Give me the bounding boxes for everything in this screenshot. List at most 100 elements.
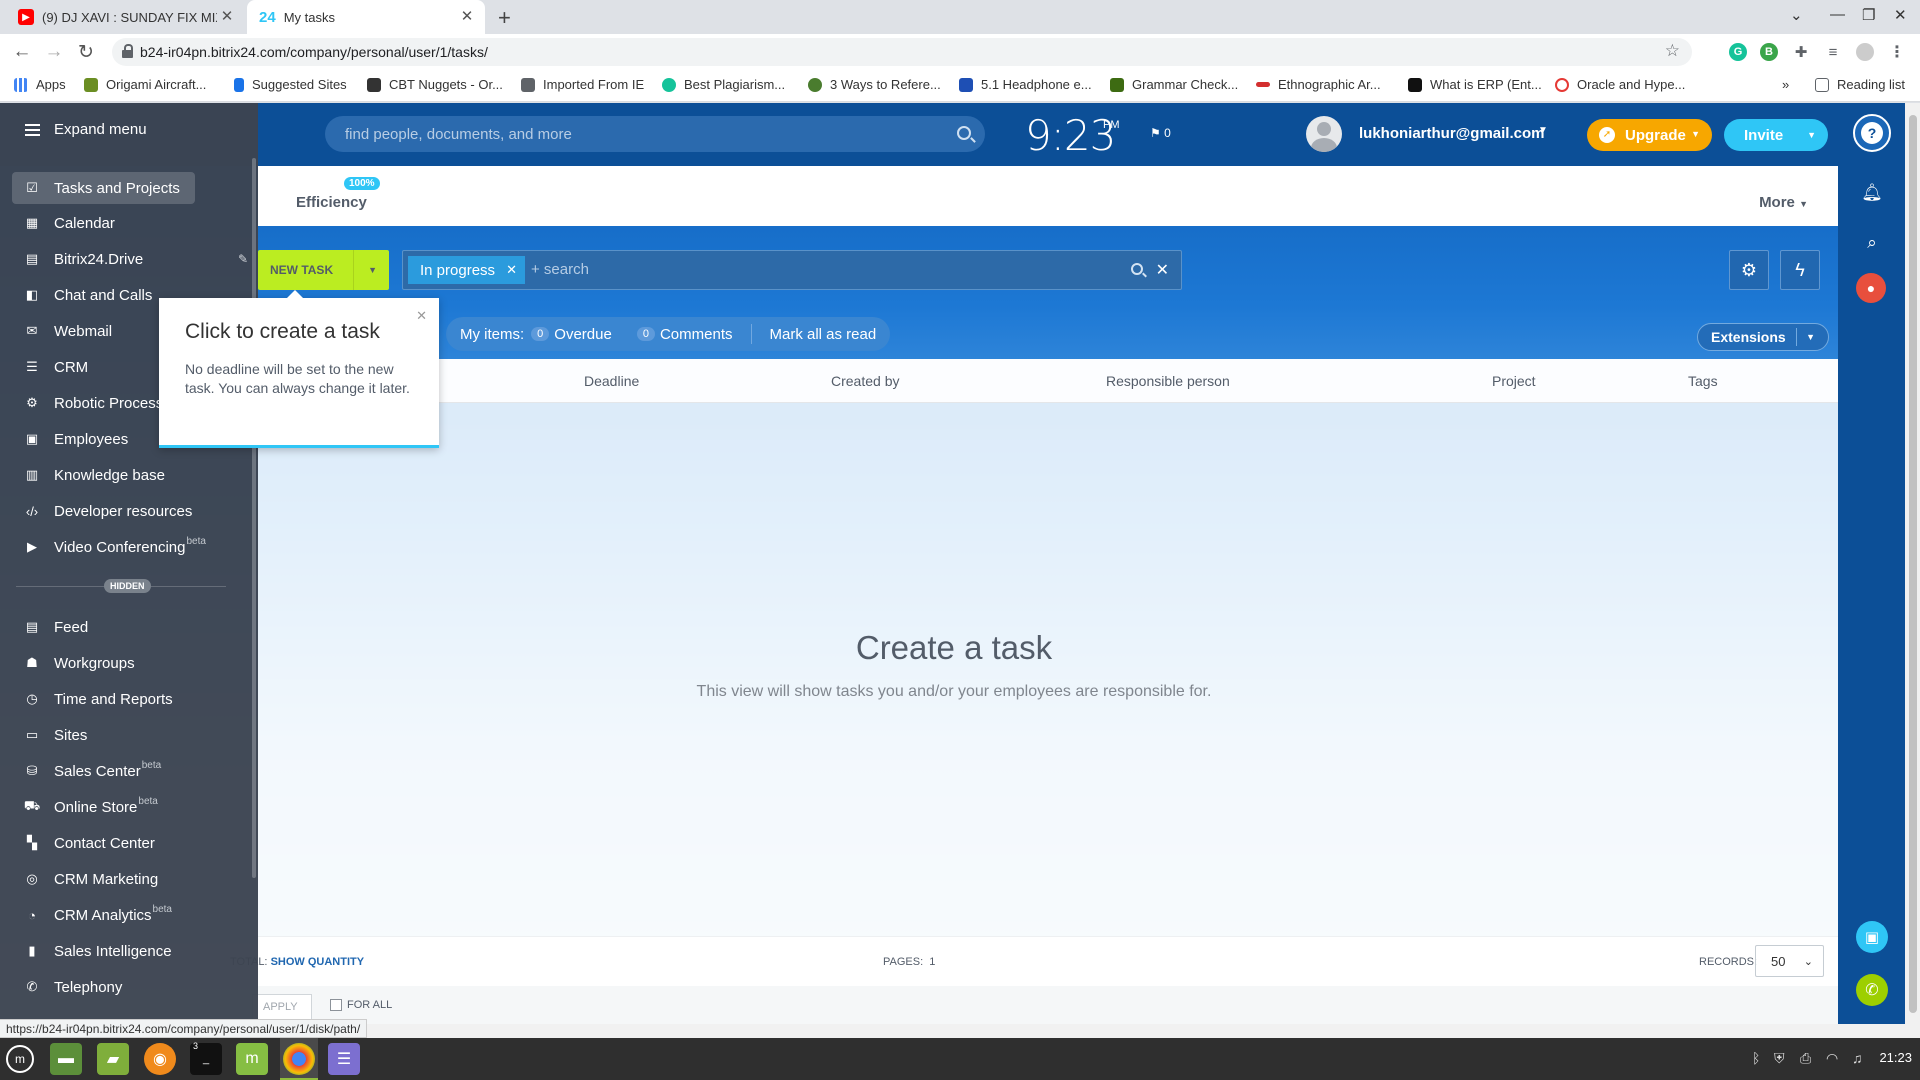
close-window-icon[interactable]: ✕ <box>1894 6 1907 24</box>
chevron-down-icon[interactable]: ▼ <box>368 265 377 275</box>
bookmark-item[interactable]: CBT Nuggets - Or... <box>367 77 503 92</box>
bookmark-item[interactable]: Origami Aircraft... <box>84 77 206 92</box>
filter-chip-in-progress[interactable]: In progress ✕ <box>408 256 526 284</box>
bookmark-star-icon[interactable]: ☆ <box>1665 41 1680 61</box>
search-icon[interactable] <box>1131 263 1143 275</box>
scrollbar-thumb[interactable] <box>1909 115 1917 1013</box>
new-tab-button[interactable]: + <box>498 5 511 31</box>
volume-icon[interactable]: ♫ <box>1852 1050 1863 1066</box>
browser-menu-icon[interactable]: ⋮ <box>1888 43 1906 61</box>
bookmark-item[interactable]: 5.1 Headphone e... <box>959 77 1092 92</box>
bluetooth-icon[interactable]: ᛒ <box>1752 1050 1760 1066</box>
close-icon[interactable]: ✕ <box>506 262 517 278</box>
menu-item-online-store[interactable]: ⛟ Online Store beta <box>0 791 258 823</box>
comments-counter[interactable]: 0 Comments <box>630 326 733 343</box>
column-created-by[interactable]: Created by <box>831 373 899 389</box>
upgrade-button[interactable]: ➚ Upgrade ▼ <box>1587 119 1712 151</box>
overdue-counter[interactable]: 0 Overdue <box>524 326 612 343</box>
chevron-down-icon[interactable]: ▼ <box>1806 332 1815 342</box>
user-avatar[interactable] <box>1306 116 1342 152</box>
bookmark-apps[interactable]: Apps <box>14 77 66 92</box>
menu-item-crm-marketing[interactable]: ◎ CRM Marketing <box>0 863 258 895</box>
efficiency-tab[interactable]: Efficiency <box>296 194 367 211</box>
mint-update-icon[interactable]: m <box>236 1043 268 1075</box>
close-tab-icon[interactable]: ✕ <box>219 9 235 25</box>
mint-menu-icon[interactable]: m <box>6 1045 34 1073</box>
menu-item-contact-center[interactable]: ▚ Contact Center <box>0 827 258 859</box>
menu-scrollbar[interactable] <box>252 158 256 878</box>
back-icon[interactable]: ← <box>10 41 34 63</box>
menu-item-sales-center[interactable]: ⛁ Sales Center beta <box>0 755 258 787</box>
menu-item-calendar[interactable]: ▦ Calendar <box>0 207 258 239</box>
settings-gear-button[interactable]: ⚙ <box>1729 250 1769 290</box>
clock[interactable]: 9:23 <box>1025 111 1116 160</box>
column-project[interactable]: Project <box>1492 373 1536 389</box>
new-task-button[interactable]: NEW TASK ▼ <box>258 250 389 290</box>
browser-tab-my-tasks[interactable]: 24 My tasks ✕ <box>247 0 485 34</box>
pages-value[interactable]: 1 <box>929 956 935 968</box>
help-icon[interactable]: ? <box>1853 114 1891 152</box>
url-input[interactable]: b24-ir04pn.bitrix24.com/company/personal… <box>112 38 1692 66</box>
menu-item-video-conferencing[interactable]: ▶ Video Conferencing beta <box>0 531 258 563</box>
show-quantity-link[interactable]: SHOW QUANTITY <box>271 956 365 968</box>
search-icon[interactable]: ⌕ <box>1856 227 1888 259</box>
global-search-input[interactable]: find people, documents, and more <box>325 116 985 152</box>
menu-item-feed[interactable]: ▤ Feed <box>0 611 258 643</box>
column-deadline[interactable]: Deadline <box>584 373 639 389</box>
bookmarks-overflow[interactable]: » <box>1782 77 1789 92</box>
shield-icon[interactable]: ⛨ <box>1774 1050 1785 1067</box>
vertical-scrollbar[interactable] <box>1905 103 1920 1038</box>
user-name[interactable]: lukhoniarthur@gmail.com <box>1359 125 1544 142</box>
more-button[interactable]: More ▼ <box>1759 194 1808 211</box>
records-per-page-select[interactable]: 50 ⌄ <box>1755 945 1824 977</box>
bookmark-item[interactable]: 3 Ways to Refere... <box>808 77 941 92</box>
close-icon[interactable]: ✕ <box>416 308 427 324</box>
menu-item-developer-resources[interactable]: ‹/› Developer resources <box>0 495 258 527</box>
clear-icon[interactable]: ✕ <box>1156 260 1169 280</box>
extensions-button[interactable]: Extensions ▼ <box>1697 323 1829 351</box>
column-tags[interactable]: Tags <box>1688 373 1718 389</box>
chevron-down-icon[interactable]: ▼ <box>1807 130 1816 140</box>
bookmark-item[interactable]: Suggested Sites <box>234 77 347 92</box>
flag-counter[interactable]: ⚑ 0 <box>1150 126 1171 140</box>
profile-avatar-icon[interactable] <box>1856 43 1874 61</box>
wifi-icon[interactable]: ◠ <box>1826 1050 1838 1067</box>
bookmark-item[interactable]: Ethnographic Ar... <box>1256 77 1381 92</box>
desktop-icon[interactable]: ▬ <box>50 1043 82 1075</box>
robots-button[interactable]: ϟ <box>1780 250 1820 290</box>
grammarly-icon[interactable]: G <box>1729 43 1747 61</box>
bookmark-item[interactable]: What is ERP (Ent... <box>1408 77 1542 92</box>
pencil-icon[interactable]: ✎ <box>238 252 248 266</box>
bookmark-item[interactable]: Best Plagiarism... <box>662 77 785 92</box>
menu-item-telephony[interactable]: ✆ Telephony <box>0 971 258 1003</box>
browser-tab-youtube[interactable]: ▶ (9) DJ XAVI : SUNDAY FIX MIX ✕ <box>0 0 245 34</box>
media-control-icon[interactable]: ≡ <box>1824 43 1842 61</box>
firefox-icon[interactable]: ◉ <box>144 1043 176 1075</box>
invite-button[interactable]: Invite ▼ <box>1724 119 1828 151</box>
close-tab-icon[interactable]: ✕ <box>459 9 475 25</box>
menu-item-knowledge-base[interactable]: ▥ Knowledge base <box>0 459 258 491</box>
hidden-section-label[interactable]: HIDDEN <box>104 579 151 593</box>
menu-item-time-and-reports[interactable]: ◷ Time and Reports <box>0 683 258 715</box>
checkbox[interactable] <box>330 999 342 1011</box>
user-icon[interactable]: ● <box>1856 273 1886 303</box>
bookmark-item[interactable]: Grammar Check... <box>1110 77 1238 92</box>
search-icon[interactable] <box>957 126 971 140</box>
menu-item-sales-intelligence[interactable]: ▮ Sales Intelligence <box>0 935 258 967</box>
files-icon[interactable]: ▰ <box>97 1043 129 1075</box>
minimize-icon[interactable]: — <box>1830 6 1845 23</box>
bell-icon[interactable]: 🔔︎ <box>1856 177 1888 209</box>
bookmark-item[interactable]: Oracle and Hype... <box>1555 77 1685 92</box>
menu-item-workgroups[interactable]: ☗ Workgroups <box>0 647 258 679</box>
bookmark-folder[interactable]: Imported From IE <box>521 77 644 92</box>
apply-button[interactable]: APPLY <box>252 994 312 1020</box>
menu-item-drive[interactable]: ▤ Bitrix24.Drive ✎ <box>0 243 258 275</box>
menu-item-crm-analytics[interactable]: ◔ CRM Analytics beta <box>0 899 258 931</box>
restore-icon[interactable]: ❐ <box>1862 6 1875 24</box>
reading-list[interactable]: Reading list <box>1815 77 1905 92</box>
menu-item-tasks-and-projects[interactable]: ☑ Tasks and Projects <box>12 172 195 204</box>
phone-icon[interactable]: ✆ <box>1856 974 1888 1006</box>
expand-menu-button[interactable]: Expand menu <box>25 121 147 138</box>
chrome-icon[interactable] <box>283 1043 315 1075</box>
chevron-down-icon[interactable]: ▼ <box>1538 125 1548 136</box>
